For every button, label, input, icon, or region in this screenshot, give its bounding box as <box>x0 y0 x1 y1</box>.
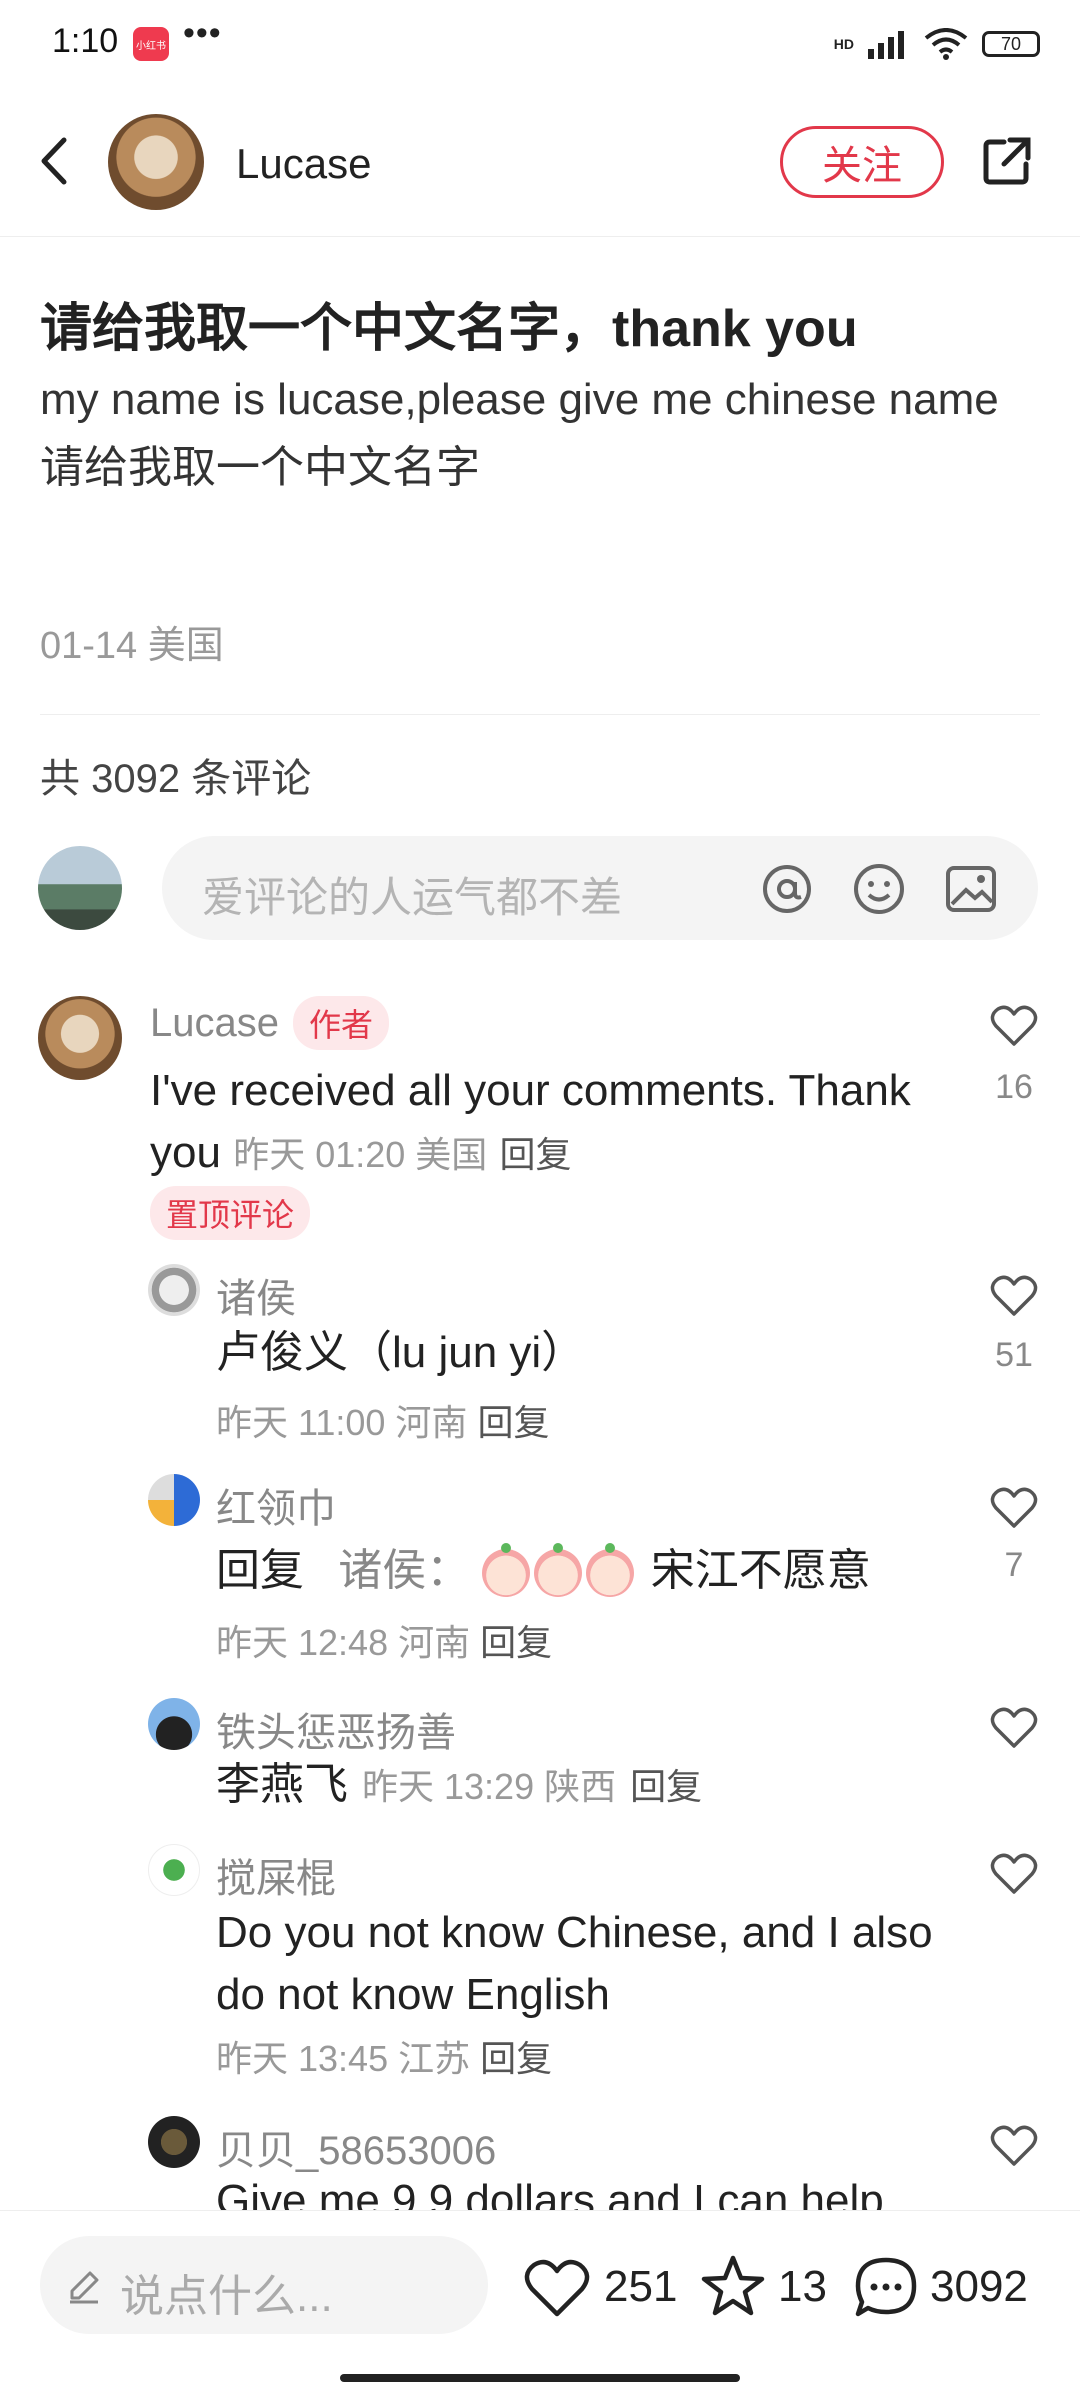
commenter-avatar[interactable] <box>148 1698 200 1750</box>
like-heart-icon[interactable] <box>990 1004 1038 1048</box>
commenter-avatar[interactable] <box>148 1264 200 1316</box>
image-icon[interactable] <box>944 862 998 916</box>
comment-meta-row: 昨天 12:48 河南 回复 <box>216 1614 552 1666</box>
comment-body: Do you not know Chinese, and I also do n… <box>216 1908 933 2019</box>
comment-meta: 昨天 12:48 河南 <box>216 1622 471 1663</box>
post-body-line: 请给我取一个中文名字 <box>40 443 480 492</box>
reply-button[interactable]: 回复 <box>630 1758 702 1810</box>
share-icon[interactable] <box>980 134 1034 188</box>
reply-button[interactable]: 回复 <box>480 1622 552 1663</box>
reply-target[interactable]: 诸侯： <box>338 1546 470 1595</box>
like-heart-icon[interactable] <box>990 1274 1038 1318</box>
comment-text: I've received all your comments. Thank y… <box>150 1060 930 1186</box>
crying-emoji-icon <box>482 1543 531 1598</box>
post-body: my name is lucase,please give me chinese… <box>40 366 1040 502</box>
author-avatar[interactable] <box>108 114 204 210</box>
status-more-dots: ••• <box>183 14 222 52</box>
comment-total: 3092 <box>930 2262 1028 2311</box>
comment-meta-row: 昨天 11:00 河南 回复 <box>216 1394 549 1446</box>
commenter-name[interactable]: Lucase <box>150 1001 279 1046</box>
comment-meta-row: 昨天 13:45 江苏 回复 <box>216 2030 552 2082</box>
comment-meta: 昨天 01:20 美国 <box>233 1134 488 1175</box>
signal-icon <box>868 31 904 59</box>
comment-meta: 昨天 13:29 陕西 <box>362 1766 617 1807</box>
my-avatar <box>38 846 122 930</box>
collect-total: 13 <box>778 2262 827 2311</box>
comment-text: 李燕飞 昨天 13:29 陕西 回复 <box>216 1754 702 1816</box>
app-badge-icon: 小红书 <box>133 27 169 61</box>
post-meta: 01-14 美国 <box>40 625 224 667</box>
post-body-line: my name is lucase,please give me chinese… <box>40 375 999 424</box>
wifi-icon <box>924 28 968 60</box>
hd-label: HD <box>833 36 854 52</box>
like-count: 7 <box>1004 1546 1024 1584</box>
star-collect-icon[interactable] <box>700 2254 766 2320</box>
comment-body: 宋江不愿意 <box>650 1546 871 1595</box>
say-something-placeholder[interactable]: 说点什么... <box>120 2260 333 2324</box>
like-count: 16 <box>995 1068 1033 1106</box>
comment-bubble-icon[interactable] <box>852 2254 920 2322</box>
status-time: 1:10 <box>52 22 119 60</box>
at-mention-icon[interactable] <box>760 862 814 916</box>
author-name[interactable]: Lucase <box>236 140 371 188</box>
comment-count: 共 3092 条评论 <box>40 757 312 801</box>
comment-body: 卢俊义（lu jun yi） <box>216 1328 586 1377</box>
pencil-icon <box>70 2271 99 2304</box>
comment-text: 回复 诸侯： 宋江不愿意 <box>216 1540 871 1602</box>
like-count: 51 <box>995 1336 1033 1374</box>
follow-button[interactable]: 关注 <box>780 126 944 198</box>
reply-button[interactable]: 回复 <box>500 1134 572 1175</box>
like-heart-icon[interactable] <box>990 1486 1038 1530</box>
like-heart-icon[interactable] <box>990 1706 1038 1750</box>
comment-meta: 昨天 13:45 江苏 <box>216 2038 471 2079</box>
like-heart-icon[interactable] <box>990 1852 1038 1896</box>
status-indicators: HD 70 <box>834 28 1040 60</box>
bottom-divider <box>0 2210 1080 2211</box>
commenter-avatar[interactable] <box>148 1844 200 1896</box>
commenter-name[interactable]: 搅屎棍 <box>216 1846 336 1904</box>
comment-input-placeholder[interactable]: 爱评论的人运气都不差 <box>202 864 622 925</box>
commenter-name[interactable]: 红领巾 <box>216 1476 336 1534</box>
post-title: 请给我取一个中文名字，thank you <box>40 300 858 358</box>
post-divider <box>40 714 1040 715</box>
crying-emoji-icon <box>586 1543 635 1598</box>
comment-meta: 昨天 11:00 河南 <box>216 1402 468 1443</box>
home-indicator <box>340 2374 740 2382</box>
emoji-icon[interactable] <box>852 862 906 916</box>
like-heart-icon[interactable] <box>990 2124 1038 2168</box>
reply-prefix: 回复 <box>216 1546 304 1595</box>
reply-button[interactable]: 回复 <box>477 1402 549 1443</box>
commenter-avatar[interactable] <box>38 996 122 1080</box>
commenter-avatar[interactable] <box>148 1474 200 1526</box>
commenter-name[interactable]: 贝贝_58653006 <box>216 2118 496 2176</box>
comment-body: Give me 9.9 dollars and I can help <box>216 2176 884 2210</box>
back-arrow-icon[interactable] <box>34 136 74 186</box>
comment-text-clip: Give me 9.9 dollars and I can help <box>216 2174 996 2210</box>
header-divider <box>0 236 1080 237</box>
like-total: 251 <box>604 2262 678 2311</box>
pinned-tag: 置顶评论 <box>150 1186 311 1240</box>
reply-button[interactable]: 回复 <box>480 2038 552 2079</box>
like-heart-icon[interactable] <box>524 2258 590 2318</box>
commenter-name[interactable]: 铁头惩恶扬善 <box>216 1700 456 1758</box>
commenter-name[interactable]: 诸侯 <box>216 1266 296 1324</box>
battery-icon: 70 <box>982 31 1040 57</box>
crying-emoji-icon <box>534 1543 583 1598</box>
author-tag: 作者 <box>292 996 389 1050</box>
comment-body: 李燕飞 <box>216 1760 348 1809</box>
commenter-avatar[interactable] <box>148 2116 200 2168</box>
